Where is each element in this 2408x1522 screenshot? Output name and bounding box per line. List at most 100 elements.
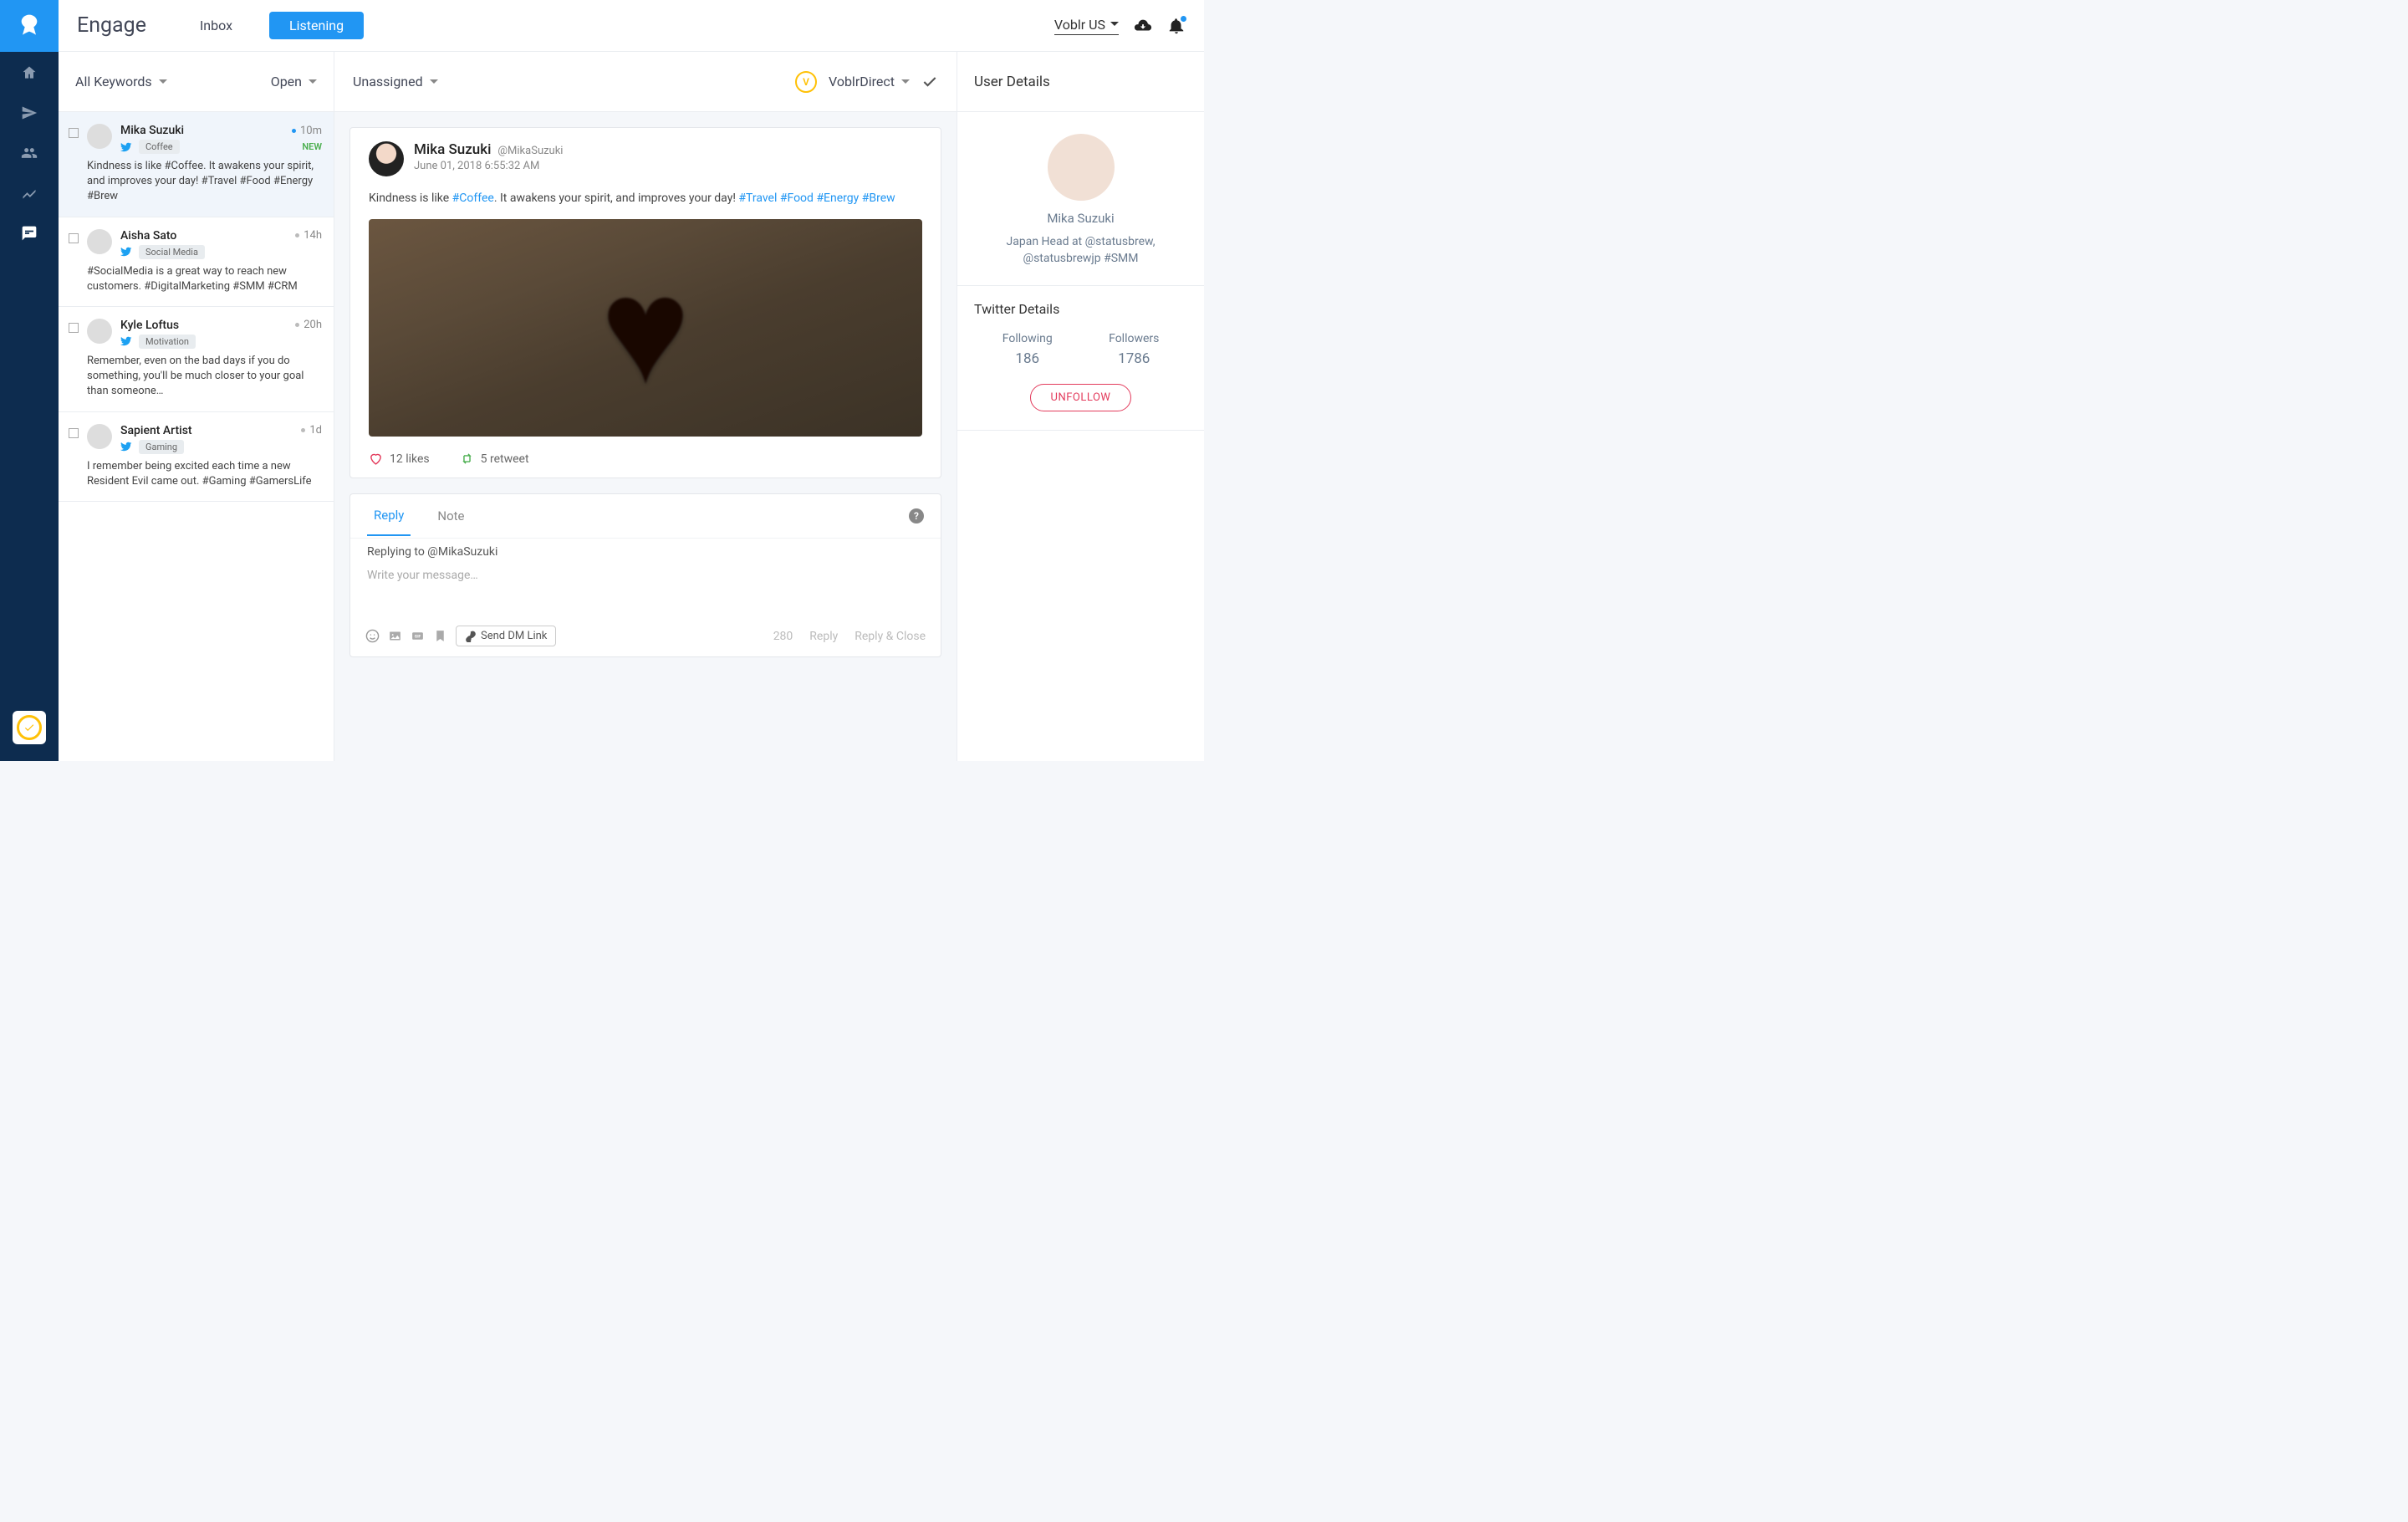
bookmark-icon[interactable]: [433, 629, 447, 643]
gif-icon[interactable]: GIF: [411, 629, 425, 643]
like-count: 12 likes: [390, 452, 430, 466]
new-badge: NEW: [302, 141, 322, 152]
item-author: Kyle Loftus: [120, 319, 179, 332]
item-checkbox[interactable]: [69, 428, 79, 438]
hashtag-link[interactable]: #Food: [780, 192, 814, 205]
emoji-icon[interactable]: [365, 629, 380, 643]
filter-keywords-label: All Keywords: [75, 74, 152, 89]
help-icon[interactable]: ?: [909, 508, 924, 524]
filter-status-label: Open: [271, 74, 302, 89]
author-handle[interactable]: @MikaSuzuki: [497, 145, 563, 157]
channel-avatar: V: [795, 71, 817, 93]
followers-value: 1786: [1081, 350, 1188, 367]
item-checkbox[interactable]: [69, 233, 79, 243]
author-name[interactable]: Mika Suzuki: [414, 141, 491, 158]
dropdown-icon: [309, 78, 317, 86]
twitter-icon: [120, 441, 132, 452]
workspace-avatar[interactable]: [13, 711, 46, 744]
item-time: 10m: [292, 125, 322, 137]
item-checkbox[interactable]: [69, 128, 79, 138]
hashtag-link[interactable]: #Energy: [816, 192, 859, 205]
item-time: 14h: [295, 229, 322, 242]
nav-home-icon[interactable]: [0, 54, 59, 92]
page-title: Engage: [77, 13, 146, 38]
send-dm-link-label: Send DM Link: [481, 630, 547, 642]
hashtag-link[interactable]: #Coffee: [452, 192, 494, 205]
nav-analytics-icon[interactable]: [0, 174, 59, 212]
followers-label: Followers: [1081, 332, 1188, 345]
reply-box: Reply Note ? Replying to @MikaSuzuki GIF: [349, 493, 941, 657]
item-tag: Gaming: [139, 440, 184, 454]
reply-close-button[interactable]: Reply & Close: [855, 630, 926, 643]
reply-tab-reply[interactable]: Reply: [367, 496, 411, 536]
twitter-icon: [120, 335, 132, 347]
svg-text:GIF: GIF: [415, 635, 421, 640]
item-avatar[interactable]: [87, 424, 112, 449]
user-name: Mika Suzuki: [972, 211, 1189, 226]
unfollow-button[interactable]: UNFOLLOW: [1030, 384, 1132, 411]
channel-dropdown[interactable]: VoblrDirect: [829, 74, 910, 89]
list-item[interactable]: Sapient Artist 1d Gaming I remember bein…: [59, 412, 334, 502]
item-text: Kindness is like #Coffee. It awakens you…: [87, 159, 322, 205]
account-name: Voblr US: [1054, 17, 1105, 33]
twitter-details-title: Twitter Details: [974, 301, 1187, 317]
item-text: Remember, even on the bad days if you do…: [87, 354, 322, 400]
filter-status[interactable]: Open: [271, 74, 317, 89]
list-item[interactable]: Kyle Loftus 20h Motivation Remember, eve…: [59, 307, 334, 412]
item-author: Aisha Sato: [120, 229, 176, 243]
conversation-list: All Keywords Open Mika Suzuki 10m Coffee: [59, 52, 334, 761]
notifications-icon[interactable]: [1167, 17, 1186, 35]
post-card: Mika Suzuki @MikaSuzuki June 01, 2018 6:…: [349, 127, 941, 478]
filter-keywords[interactable]: All Keywords: [75, 74, 167, 89]
replying-to: Replying to @MikaSuzuki: [350, 538, 941, 559]
item-avatar[interactable]: [87, 229, 112, 254]
post-body: Kindness is like #Coffee. It awakens you…: [369, 190, 922, 207]
cloud-download-icon[interactable]: [1134, 17, 1152, 35]
like-button[interactable]: 12 likes: [369, 452, 430, 466]
post-image[interactable]: ♥: [369, 219, 922, 437]
assignment-dropdown[interactable]: Unassigned: [353, 74, 438, 89]
link-icon: [465, 631, 477, 642]
assignment-label: Unassigned: [353, 74, 423, 89]
image-icon[interactable]: [388, 629, 402, 643]
retweet-count: 5 retweet: [481, 452, 529, 466]
retweet-button[interactable]: 5 retweet: [460, 452, 529, 466]
nav-audience-icon[interactable]: [0, 134, 59, 172]
dropdown-icon: [1110, 20, 1119, 28]
header: Engage Inbox Listening Voblr US: [59, 0, 1204, 52]
retweet-icon: [460, 452, 474, 466]
user-avatar[interactable]: [1048, 134, 1115, 201]
app-logo[interactable]: [0, 0, 59, 52]
following-label: Following: [974, 332, 1081, 345]
user-details-panel: User Details Mika Suzuki Japan Head at @…: [957, 52, 1204, 761]
send-dm-link-button[interactable]: Send DM Link: [456, 626, 556, 646]
author-avatar[interactable]: [369, 141, 404, 176]
list-item[interactable]: Mika Suzuki 10m Coffee NEW Kindness is l…: [59, 112, 334, 217]
account-selector[interactable]: Voblr US: [1054, 17, 1119, 35]
post-date: June 01, 2018 6:55:32 AM: [414, 160, 563, 172]
nav-rail: [0, 0, 59, 761]
item-time: 20h: [295, 319, 322, 331]
nav-engage-icon[interactable]: [0, 214, 59, 253]
list-item[interactable]: Aisha Sato 14h Social Media #SocialMedia…: [59, 217, 334, 307]
nav-publish-icon[interactable]: [0, 94, 59, 132]
item-author: Mika Suzuki: [120, 124, 184, 137]
channel-label: VoblrDirect: [829, 74, 895, 89]
reply-input[interactable]: [350, 559, 941, 617]
hashtag-link[interactable]: #Travel: [738, 192, 777, 205]
hashtag-link[interactable]: #Brew: [862, 192, 895, 205]
item-avatar[interactable]: [87, 319, 112, 344]
dropdown-icon: [159, 78, 167, 86]
dropdown-icon: [901, 78, 910, 86]
reply-button[interactable]: Reply: [809, 630, 838, 643]
item-avatar[interactable]: [87, 124, 112, 149]
item-checkbox[interactable]: [69, 323, 79, 333]
item-time: 1d: [301, 424, 322, 437]
reply-tab-note[interactable]: Note: [431, 497, 471, 535]
tab-listening[interactable]: Listening: [269, 12, 364, 39]
tab-inbox[interactable]: Inbox: [186, 12, 246, 39]
following-value: 186: [974, 350, 1081, 367]
twitter-icon: [120, 246, 132, 258]
item-author: Sapient Artist: [120, 424, 192, 437]
mark-done-icon[interactable]: [921, 74, 938, 90]
